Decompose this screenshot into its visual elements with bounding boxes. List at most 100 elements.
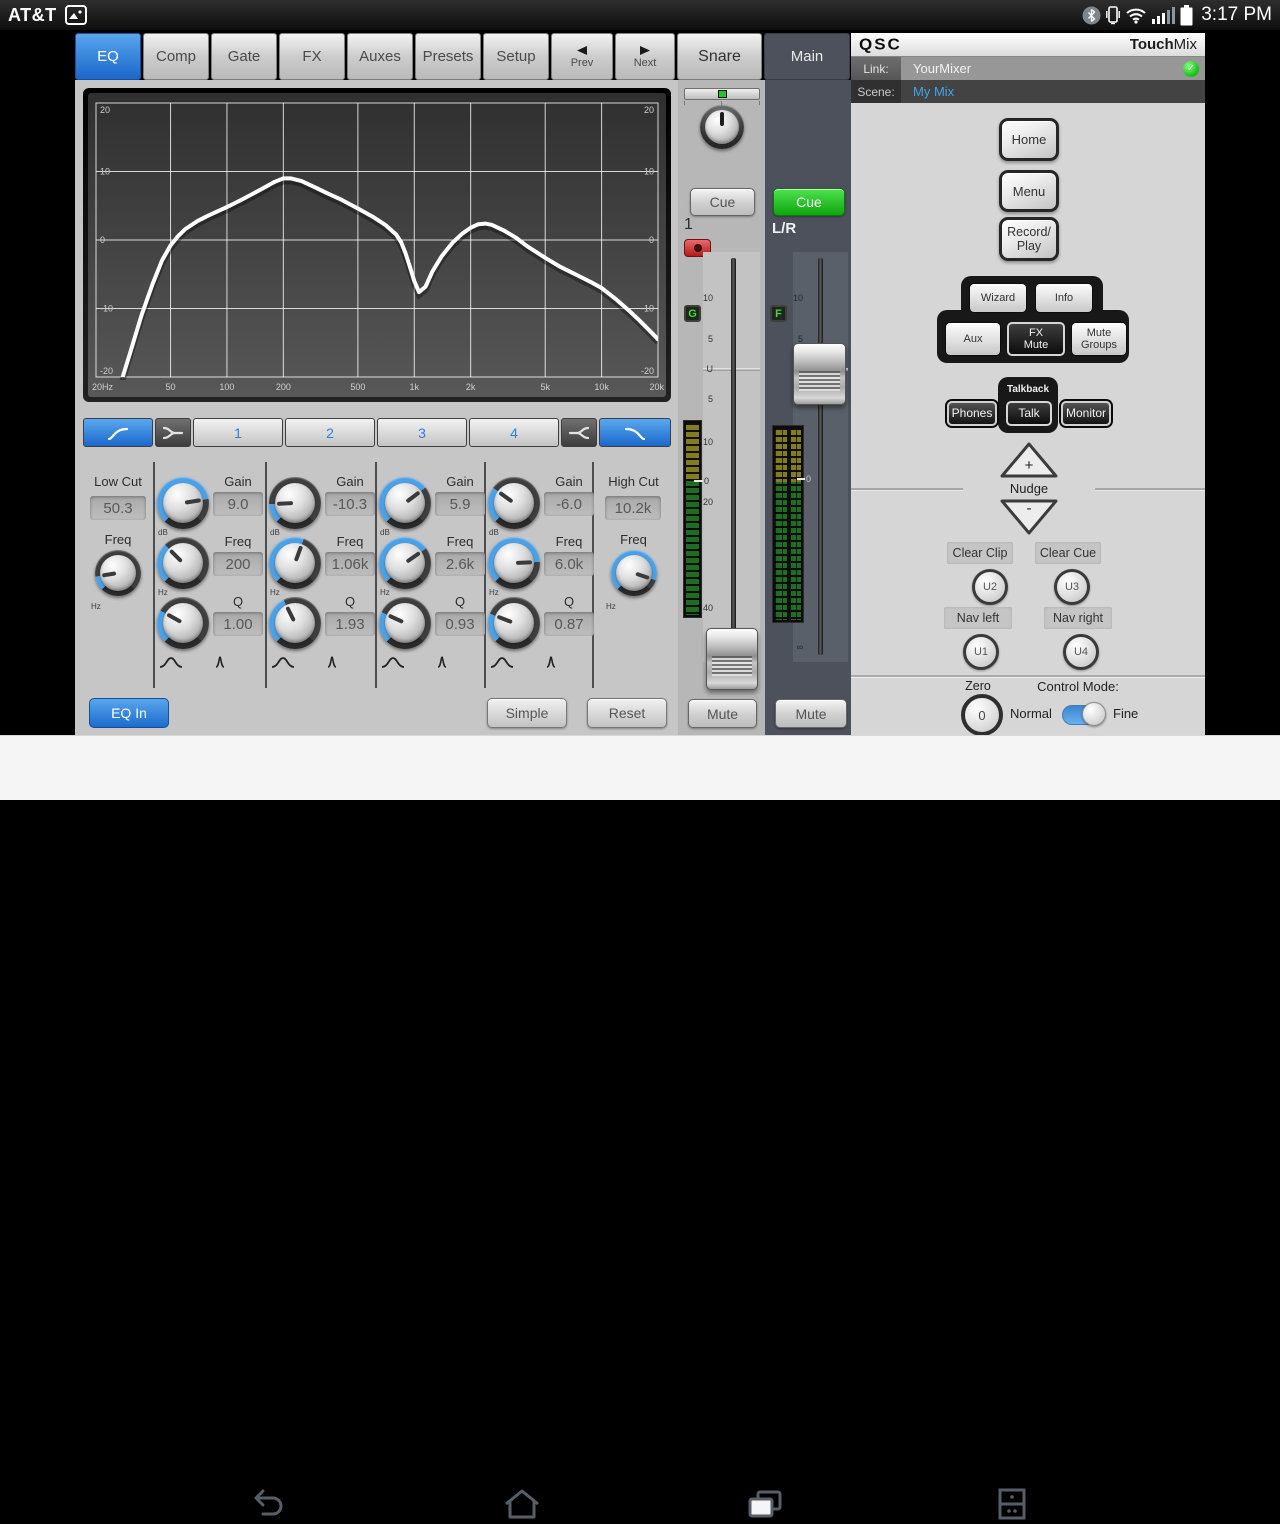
tab-main[interactable]: Main — [764, 33, 850, 80]
dual-window-button[interactable] — [990, 1484, 1034, 1524]
hz-unit-label: Hz — [380, 588, 390, 597]
parameter-side: Q0.93 — [435, 594, 485, 636]
band-3-button[interactable]: 3 — [377, 418, 467, 447]
band-1-gain-knob[interactable] — [157, 477, 209, 529]
mute-groups-button[interactable]: Mute Groups — [1071, 322, 1127, 356]
aux-button[interactable]: Aux — [945, 322, 1001, 356]
main-mute-button[interactable]: Mute — [775, 699, 847, 728]
talk-button[interactable]: Talk — [1006, 401, 1052, 426]
band-1-q-knob[interactable] — [157, 597, 209, 649]
low-cut-freq-knob[interactable] — [95, 550, 141, 596]
knob-pointer — [388, 614, 404, 624]
home-button-android[interactable] — [500, 1484, 544, 1524]
channel-cue-button[interactable]: Cue — [690, 188, 755, 216]
band-3-gain-knob[interactable] — [379, 477, 431, 529]
channel-mute-button[interactable]: Mute — [688, 699, 757, 728]
band-3-freq-knob[interactable] — [379, 537, 431, 589]
back-button[interactable] — [245, 1484, 289, 1524]
fine-mode-toggle[interactable] — [1062, 705, 1104, 725]
fader-track — [818, 258, 823, 655]
band-4-q-knob[interactable] — [488, 597, 540, 649]
tab-gate[interactable]: Gate — [211, 33, 277, 80]
gain-value: 5.9 — [435, 492, 485, 516]
axis-tick-label: 0 — [100, 235, 105, 245]
fader-scale-mark: 5 — [695, 394, 713, 404]
talkback-label: Talkback — [998, 384, 1058, 395]
menu-button[interactable]: Menu — [999, 170, 1059, 212]
info-button[interactable]: Info — [1035, 283, 1093, 313]
reset-button[interactable]: Reset — [587, 698, 667, 728]
eq-in-button[interactable]: EQ In — [89, 698, 169, 728]
band-1-button[interactable]: 1 — [193, 418, 283, 447]
tab-auxes[interactable]: Auxes — [347, 33, 413, 80]
parameter-row: Gain9.0 — [157, 474, 263, 530]
recents-button[interactable] — [743, 1484, 787, 1524]
pan-knob[interactable] — [700, 105, 744, 149]
user-button-u2[interactable]: U2 — [972, 569, 1008, 605]
tab-presets[interactable]: Presets — [415, 33, 481, 80]
high-cut-band-button[interactable] — [599, 418, 671, 447]
high-shelf-band-button-icon — [568, 426, 590, 440]
axis-tick-label: -10 — [100, 304, 113, 314]
main-cue-button[interactable]: Cue — [773, 188, 845, 216]
tab-comp[interactable]: Comp — [143, 33, 209, 80]
parameter-label: Freq — [213, 534, 263, 549]
low-shelf-band-button[interactable] — [155, 418, 191, 447]
scene-label: Scene: — [851, 80, 901, 103]
knob-cap — [385, 603, 425, 643]
home-button[interactable]: Home — [999, 118, 1059, 161]
back-icon — [248, 1489, 286, 1519]
zero-button[interactable]: 0 — [961, 694, 1003, 736]
band-2-button[interactable]: 2 — [285, 418, 375, 447]
axis-tick-label: 200 — [276, 382, 291, 392]
prev-channel-button[interactable]: Prev — [551, 33, 613, 80]
fx-mute-button[interactable]: FX Mute — [1007, 322, 1065, 356]
band-1-freq-knob[interactable] — [157, 537, 209, 589]
band-4-freq-knob[interactable] — [488, 537, 540, 589]
android-nav-bar — [0, 735, 1280, 800]
freq-value: 200 — [213, 552, 263, 576]
high-cut-freq-knob[interactable] — [611, 550, 657, 596]
high-shelf-band-button[interactable] — [561, 418, 597, 447]
main-fader-handle[interactable] — [793, 343, 846, 405]
nudge-up-button[interactable]: + — [999, 441, 1059, 479]
band-2-freq-knob[interactable] — [269, 537, 321, 589]
parameter-label: Freq — [435, 534, 485, 549]
next-channel-button[interactable]: Next — [615, 33, 675, 80]
selected-channel-tab[interactable]: Snare — [677, 33, 762, 80]
freq-label: Freq — [594, 532, 673, 547]
wizard-button[interactable]: Wizard — [969, 283, 1027, 313]
user-button-u3[interactable]: U3 — [1054, 569, 1090, 605]
band-2-q-knob[interactable] — [269, 597, 321, 649]
monitor-button[interactable]: Monitor — [1061, 401, 1111, 426]
gain-value: 9.0 — [213, 492, 263, 516]
tab-eq[interactable]: EQ — [75, 33, 141, 80]
nudge-down-button[interactable]: - — [999, 498, 1059, 536]
user-button-u4[interactable]: U4 — [1063, 634, 1099, 670]
parameter-side: Freq1.06k — [325, 534, 375, 576]
channel-fader-handle[interactable] — [706, 628, 758, 690]
simple-button[interactable]: Simple — [487, 698, 567, 728]
band-4-button[interactable]: 4 — [469, 418, 559, 447]
user-button-u1[interactable]: U1 — [963, 634, 999, 670]
phones-button[interactable]: Phones — [947, 401, 997, 426]
fader-scale-mark: 10 — [695, 293, 713, 303]
high-cut-title: High Cut — [594, 474, 673, 489]
record-play-button[interactable]: Record/ Play — [999, 217, 1059, 261]
band-2-gain-knob[interactable] — [269, 477, 321, 529]
band-4-gain-knob[interactable] — [488, 477, 540, 529]
clear-cue-label: Clear Cue — [1035, 542, 1101, 564]
tab-setup[interactable]: Setup — [483, 33, 549, 80]
meter-zero-tick — [797, 478, 805, 480]
tab-fx[interactable]: FX — [279, 33, 345, 80]
eq-graph[interactable]: 2020101000-10-10-20-2020Hz501002005001k2… — [83, 88, 671, 402]
wide-bell-icon — [381, 656, 405, 668]
link-row[interactable]: Link: YourMixer ✓ — [851, 57, 1205, 80]
parameter-row: Gain-10.3 — [269, 474, 375, 530]
knob-cap — [163, 483, 203, 523]
band-3-q-knob[interactable] — [379, 597, 431, 649]
low-cut-band-button[interactable] — [83, 418, 153, 447]
scene-row[interactable]: Scene: My Mix — [851, 80, 1205, 103]
parameter-label: Gain — [325, 474, 375, 489]
parameter-side: Gain-10.3 — [325, 474, 375, 516]
